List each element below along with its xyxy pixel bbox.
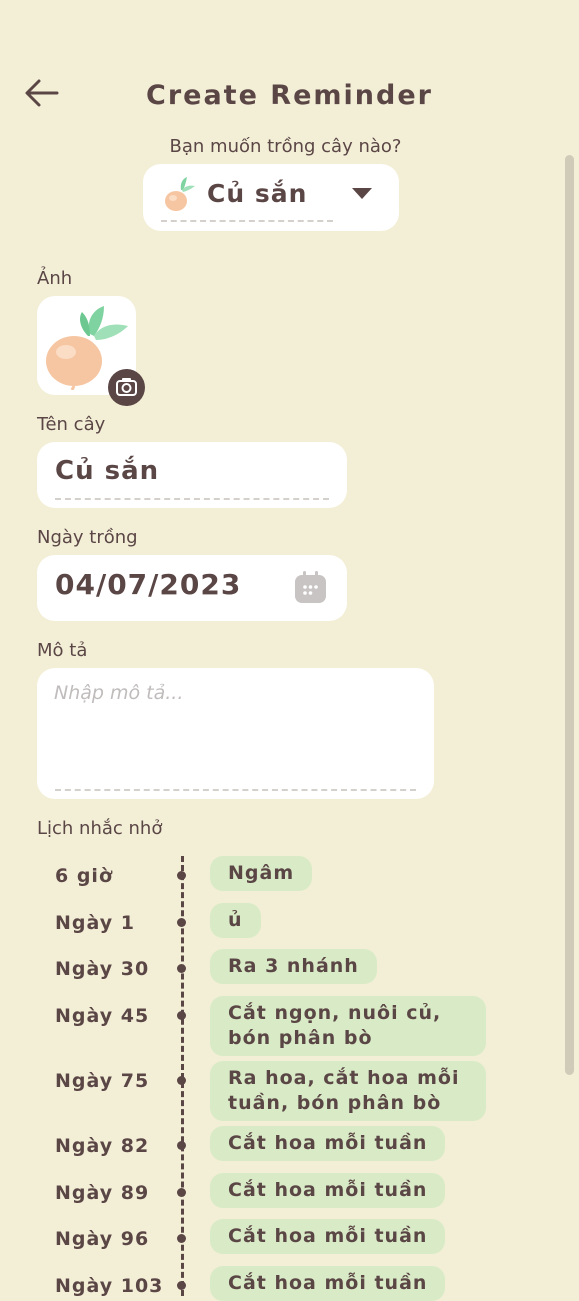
camera-icon [116,378,137,396]
underline [55,498,329,500]
name-value: Củ sắn [55,456,160,486]
calendar-icon[interactable] [294,571,327,604]
timeline-dot [177,1076,186,1085]
page-title: Create Reminder [146,80,433,111]
timeline-task[interactable]: ủ [210,903,261,938]
timeline-time: Ngày 103 [55,1275,164,1297]
name-label: Tên cây [37,414,106,435]
schedule-label: Lịch nhắc nhở [37,818,163,839]
name-field[interactable]: Củ sắn [37,442,347,508]
chevron-down-icon [352,188,372,199]
timeline-time: Ngày 96 [55,1228,150,1250]
description-label: Mô tả [37,640,88,661]
date-label: Ngày trồng [37,527,138,548]
underline [161,220,333,222]
timeline-dot [177,964,186,973]
timeline-time: Ngày 89 [55,1182,150,1204]
timeline-dot [177,1141,186,1150]
timeline-task[interactable]: Cắt hoa mỗi tuần [210,1266,446,1301]
timeline-dot [177,918,186,927]
timeline-dot [177,1011,186,1020]
underline [55,789,416,791]
description-placeholder: Nhập mô tả... [54,682,184,704]
timeline-time: Ngày 1 [55,912,135,934]
camera-button[interactable] [108,369,145,406]
turnip-icon [165,177,195,211]
timeline-task[interactable]: Cắt hoa mỗi tuần [210,1173,446,1208]
description-field[interactable]: Nhập mô tả... [37,668,434,799]
timeline-dot [177,1188,186,1197]
plant-question: Bạn muốn trồng cây nào? [169,136,402,157]
timeline-task[interactable]: Ngâm [210,856,313,891]
photo-label: Ảnh [37,268,73,289]
timeline-time: Ngày 75 [55,1070,150,1092]
timeline-dot [177,871,186,880]
timeline-time: Ngày 45 [55,1005,150,1027]
timeline-time: 6 giờ [55,865,114,887]
selected-plant: Củ sắn [207,179,308,208]
timeline-task[interactable]: Ra 3 nhánh [210,949,377,984]
timeline-task[interactable]: Cắt hoa mỗi tuần [210,1126,446,1161]
timeline-dot [177,1234,186,1243]
timeline-task[interactable]: Cắt hoa mỗi tuần [210,1219,446,1254]
scrollbar[interactable] [565,155,574,1075]
plant-dropdown[interactable]: Củ sắn [143,164,399,231]
timeline-time: Ngày 30 [55,958,150,980]
timeline-time: Ngày 82 [55,1135,150,1157]
date-value: 04/07/2023 [55,568,242,601]
timeline-task[interactable]: Cắt ngọn, nuôi củ, bón phân bò [210,996,486,1056]
timeline-task[interactable]: Ra hoa, cắt hoa mỗi tuần, bón phân bò [210,1061,486,1121]
date-field[interactable]: 04/07/2023 [37,555,347,621]
